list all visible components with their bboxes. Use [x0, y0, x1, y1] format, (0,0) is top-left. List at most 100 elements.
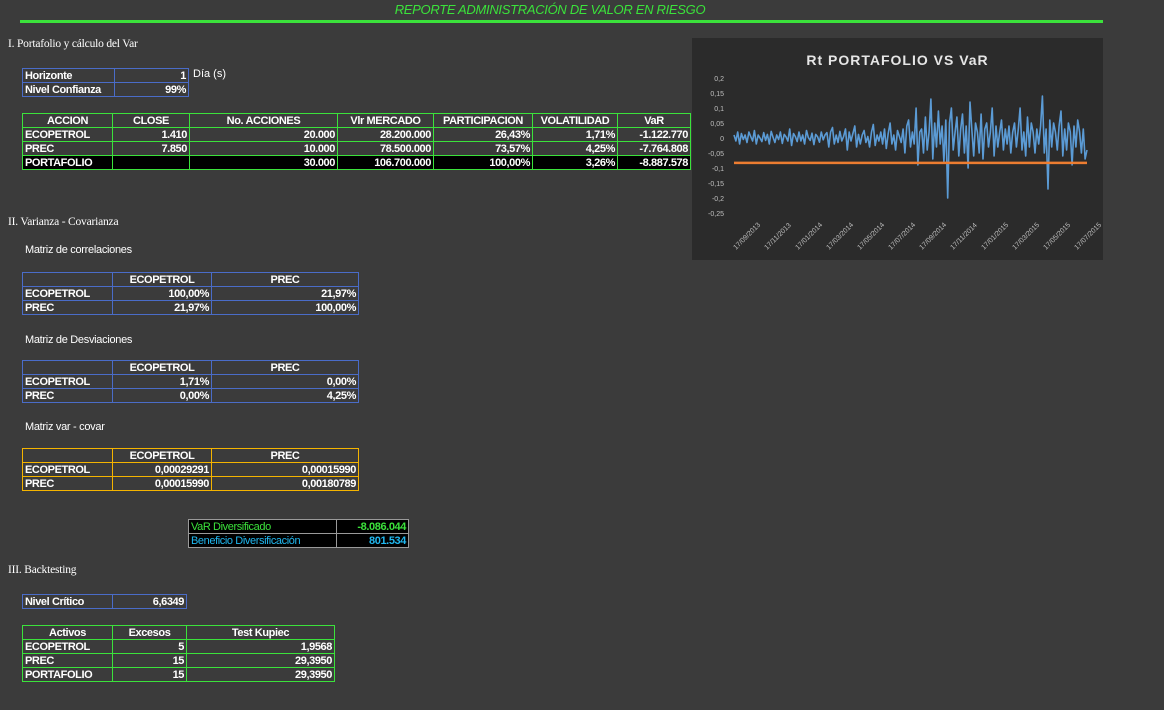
portfolio-cell: 106.700.000: [337, 155, 434, 170]
portfolio-cell: 1,71%: [532, 127, 618, 142]
chart-panel[interactable]: Rt PORTAFOLIO VS VaR 0,2 0,15 0,1 0,05 0 -0,05…: [692, 38, 1103, 260]
beneficio-label: Beneficio Diversificación: [188, 533, 337, 548]
horizonte-unit: Día (s): [193, 68, 226, 80]
matrix-header-cell: PREC: [211, 272, 359, 287]
matrix-row-label: PREC: [22, 300, 113, 315]
var-diversificado-value: -8.086.044: [336, 519, 409, 534]
portfolio-header-cell: VaR: [617, 113, 691, 128]
table-row: ECOPETROL 5 1,9568: [22, 639, 335, 654]
x-tick-label: 17/11/2013: [763, 222, 792, 251]
beneficio-value: 801.534: [336, 533, 409, 548]
matrix-header-cell: ECOPETROL: [112, 272, 212, 287]
portfolio-cell: -1.122.770: [617, 127, 691, 142]
portfolio-cell: 30.000: [189, 155, 338, 170]
matrix-cell: 4,25%: [211, 388, 359, 403]
portfolio-header-cell: Vlr MERCADO: [337, 113, 434, 128]
x-tick-label: 17/07/2014: [887, 222, 917, 252]
matrix-header-cell: [22, 448, 113, 463]
nivel-critico-table: Nivel Crítico 6,6349: [22, 594, 187, 609]
portfolio-header-cell: VOLATILIDAD: [532, 113, 618, 128]
y-tick-label: 0,05: [710, 121, 724, 128]
matrix-row-label: PREC: [22, 476, 113, 491]
backtest-cell: 1,9568: [186, 639, 335, 654]
y-tick-label: -0,15: [708, 181, 724, 188]
matrix-cell: 100,00%: [112, 286, 212, 301]
confianza-label: Nivel Confianza: [22, 82, 115, 97]
matrix-cell: 0,00180789: [211, 476, 359, 491]
backtest-row-label: ECOPETROL: [22, 639, 113, 654]
matrix-header-cell: PREC: [211, 448, 359, 463]
portfolio-header-cell: CLOSE: [112, 113, 190, 128]
portfolio-cell: 3,26%: [532, 155, 618, 170]
chart-title: Rt PORTAFOLIO VS VaR: [806, 52, 988, 68]
matrix-row-label: ECOPETROL: [22, 286, 113, 301]
x-tick-label: 17/09/2013: [732, 222, 762, 252]
y-tick-label: 0: [720, 136, 724, 143]
matrix-cell: 0,00029291: [112, 462, 212, 477]
portfolio-cell: -7.764.808: [617, 141, 691, 156]
y-tick-label: -0,2: [712, 196, 724, 203]
table-row: ECOPETROL 1,71% 0,00%: [22, 374, 359, 389]
backtest-cell: 29,3950: [186, 667, 335, 682]
backtesting-table: Activos Excesos Test Kupiec ECOPETROL 5 1,956…: [22, 625, 335, 682]
section-backtesting-heading: III. Backtesting: [8, 564, 77, 576]
varcovar-matrix: ECOPETROL PREC ECOPETROL 0,00029291 0,000159…: [22, 448, 359, 491]
backtest-cell: 15: [112, 667, 187, 682]
title-underline: [20, 20, 1103, 23]
y-tick-label: -0,25: [708, 211, 724, 218]
matrix-cell: 0,00%: [211, 374, 359, 389]
portfolio-cell: 7.850: [112, 141, 190, 156]
x-tick-label: 17/01/2015: [980, 222, 1010, 252]
desv-title: Matriz de Desviaciones: [25, 334, 133, 346]
x-tick-label: 17/01/2014: [794, 222, 824, 252]
table-row: ECOPETROL 100,00% 21,97%: [22, 286, 359, 301]
matrix-row-label: ECOPETROL: [22, 462, 113, 477]
return-vs-var-chart: Rt PORTAFOLIO VS VaR 0,2 0,15 0,1 0,05 0 -0,05…: [708, 52, 1103, 252]
backtest-header-cell: Activos: [22, 625, 113, 640]
report-title: REPORTE ADMINISTRACIÓN DE VALOR EN RIESG…: [394, 2, 706, 17]
x-tick-label: 17/11/2014: [949, 222, 978, 251]
matrix-cell: 21,97%: [211, 286, 359, 301]
portfolio-row-label: PREC: [22, 141, 113, 156]
params-table: Horizonte 1 Nivel Confianza 99%: [22, 68, 189, 97]
backtest-header-cell: Excesos: [112, 625, 187, 640]
portfolio-cell: 28.200.000: [337, 127, 434, 142]
backtest-header-cell: Test Kupiec: [186, 625, 335, 640]
matrix-cell: 0,00%: [112, 388, 212, 403]
correlation-matrix: ECOPETROL PREC ECOPETROL 100,00% 21,97% PREC 2…: [22, 272, 359, 315]
y-tick-label: -0,05: [708, 151, 724, 158]
portfolio-cell: 100,00%: [433, 155, 533, 170]
x-tick-label: 17/03/2015: [1011, 222, 1041, 252]
backtest-row-label: PORTAFOLIO: [22, 667, 113, 682]
portfolio-row-label: PORTAFOLIO: [22, 155, 113, 170]
portfolio-header-cell: ACCION: [22, 113, 113, 128]
horizonte-value[interactable]: 1: [114, 68, 189, 83]
backtest-cell: 5: [112, 639, 187, 654]
horizonte-label: Horizonte: [22, 68, 115, 83]
deviation-matrix: ECOPETROL PREC ECOPETROL 1,71% 0,00% PREC 0,00…: [22, 360, 359, 403]
nivel-critico-label: Nivel Crítico: [22, 594, 113, 609]
portfolio-cell: 10.000: [189, 141, 338, 156]
y-tick-label: -0,1: [712, 166, 724, 173]
table-row: PREC 0,00015990 0,00180789: [22, 476, 359, 491]
portfolio-header-cell: PARTICIPACION: [433, 113, 533, 128]
matrix-header-cell: PREC: [211, 360, 359, 375]
confianza-value[interactable]: 99%: [114, 82, 189, 97]
portfolio-cell: -8.887.578: [617, 155, 691, 170]
portfolio-cell: [112, 155, 190, 170]
matrix-header-cell: [22, 360, 113, 375]
portfolio-table: ACCION CLOSE No. ACCIONES Vlr MERCADO PARTIC…: [22, 113, 691, 170]
matrix-header-cell: ECOPETROL: [112, 448, 212, 463]
matrix-cell: 100,00%: [211, 300, 359, 315]
nivel-critico-value: 6,6349: [112, 594, 187, 609]
x-tick-label: 17/03/2014: [825, 222, 855, 252]
backtest-cell: 29,3950: [186, 653, 335, 668]
x-tick-label: 17/05/2014: [856, 222, 886, 252]
matrix-cell: 21,97%: [112, 300, 212, 315]
table-row: PREC 15 29,3950: [22, 653, 335, 668]
table-row: ECOPETROL 0,00029291 0,00015990: [22, 462, 359, 477]
x-tick-label: 17/09/2014: [918, 222, 948, 252]
diversification-table: VaR Diversificado -8.086.044 Beneficio D…: [188, 519, 409, 548]
varcovar-title: Matriz var - covar: [25, 421, 105, 433]
portfolio-cell: 26,43%: [433, 127, 533, 142]
